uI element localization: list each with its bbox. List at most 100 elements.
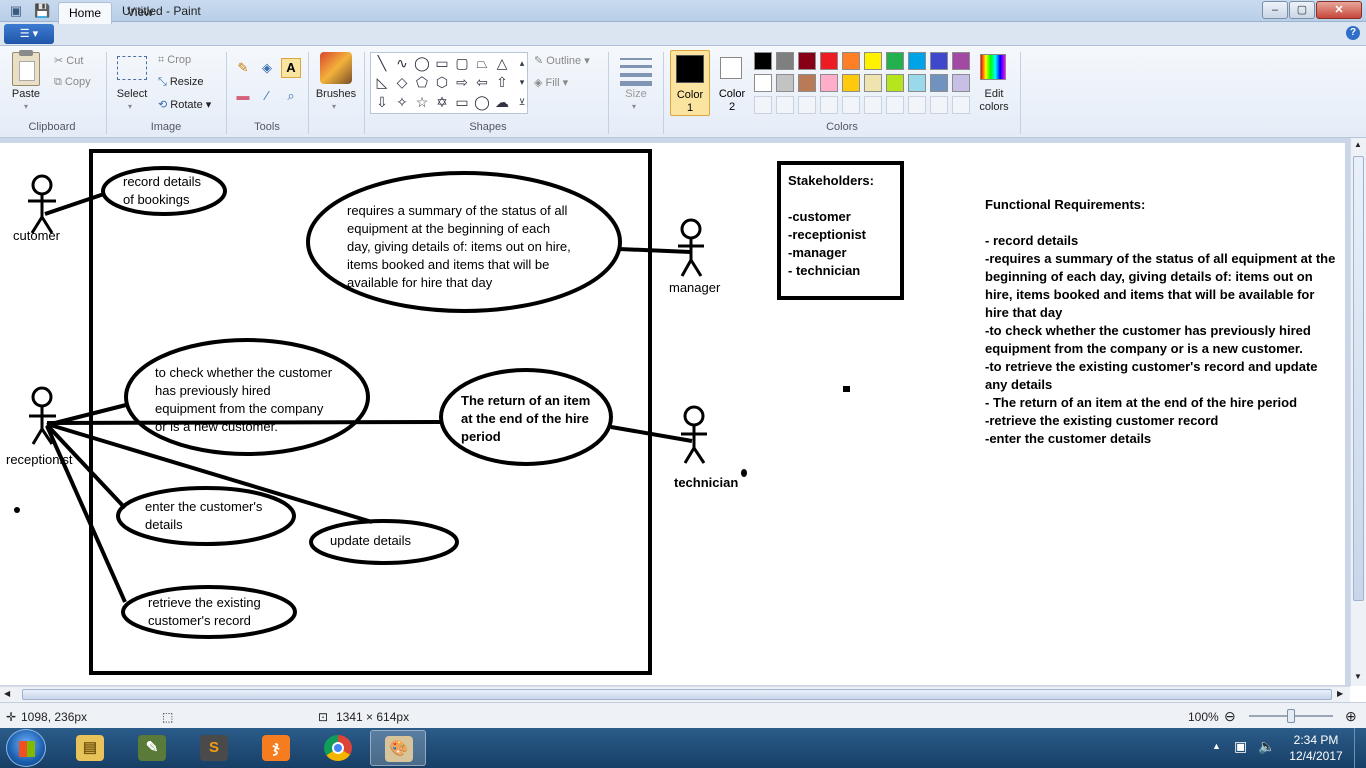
palette-color-swatch[interactable] [776,52,794,70]
palette-color-swatch[interactable] [908,74,926,92]
start-button[interactable] [6,729,46,767]
tab-home[interactable]: Home [58,2,112,24]
custom-color-slot[interactable] [754,96,772,114]
show-hidden-icons[interactable]: ▲ [1212,741,1221,751]
save-icon[interactable]: 💾 [34,3,50,19]
custom-color-slot[interactable] [952,96,970,114]
palette-color-swatch[interactable] [842,52,860,70]
select-dropdown-icon[interactable]: ▾ [128,102,132,111]
zoom-in-icon[interactable]: ⊕ [1345,708,1357,725]
tab-view[interactable]: View [118,2,162,24]
copy-button[interactable]: ⧉ Copy [54,76,91,89]
six-point-star-shape-icon[interactable]: ✡ [433,93,451,111]
rainbow-icon[interactable] [980,54,1006,80]
pencil-icon[interactable]: ✎ [233,58,253,78]
size-button[interactable]: Size [618,88,654,100]
cut-button[interactable]: ✂ Cut [54,54,83,67]
shapes-gallery[interactable]: ╲ ∿ ◯ ▭ ▢ ⏢ △ ◺ ◇ ⬠ ⬡ ⇨ ⇦ ⇧ ⇩ ✧ ☆ ✡ ▭ ◯ … [370,52,528,114]
size-dropdown-icon[interactable]: ▾ [632,102,636,111]
edit-colors-button[interactable]: Edit colors [972,88,1016,114]
right-arrow-shape-icon[interactable]: ⇨ [453,73,471,91]
palette-color-swatch[interactable] [754,52,772,70]
custom-color-slot[interactable] [864,96,882,114]
palette-color-swatch[interactable] [952,74,970,92]
maximize-button[interactable]: ▢ [1289,1,1315,19]
taskbar-xampp[interactable]: ჯ [248,730,304,766]
network-icon[interactable]: ▣ [1234,738,1247,755]
palette-color-swatch[interactable] [930,52,948,70]
scroll-left-arrow-icon[interactable]: ◀ [4,689,10,698]
brushes-dropdown-icon[interactable]: ▾ [332,102,336,111]
magnifier-icon[interactable]: ⌕ [281,86,301,106]
fill-button[interactable]: ◈ Fill ▾ [534,76,568,89]
drawing-canvas[interactable]: cutomer manager receptionist technician … [0,143,1345,685]
palette-color-swatch[interactable] [842,74,860,92]
vertical-scrollbar[interactable]: ▲ ▼ [1350,138,1366,686]
palette-color-swatch[interactable] [930,74,948,92]
palette-color-swatch[interactable] [864,74,882,92]
rotate-button[interactable]: ⟲ Rotate ▾ [158,98,211,111]
scroll-up-arrow-icon[interactable]: ▲ [1354,140,1362,149]
custom-color-slot[interactable] [842,96,860,114]
palette-color-swatch[interactable] [952,52,970,70]
paste-button[interactable]: Paste [8,88,44,100]
custom-color-slot[interactable] [886,96,904,114]
volume-icon[interactable]: 🔈 [1258,738,1275,755]
rectangle-shape-icon[interactable]: ▭ [433,54,451,72]
polygon-shape-icon[interactable]: ⏢ [473,54,491,72]
size-icon[interactable] [620,56,652,86]
left-arrow-shape-icon[interactable]: ⇦ [473,73,491,91]
scroll-down-arrow-icon[interactable]: ▼ [1354,672,1362,681]
up-arrow-shape-icon[interactable]: ⇧ [493,73,511,91]
palette-color-swatch[interactable] [776,74,794,92]
color1-button[interactable]: Color 1 [670,50,710,116]
palette-color-swatch[interactable] [864,52,882,70]
rounded-rectangle-shape-icon[interactable]: ▢ [453,54,471,72]
show-desktop-button[interactable] [1354,728,1366,768]
help-icon[interactable]: ? [1346,26,1360,40]
shapes-scroll-up-icon[interactable]: ▴ [513,54,531,72]
color2-button[interactable]: Color 2 [712,50,752,116]
zoom-out-icon[interactable]: ⊖ [1224,708,1236,725]
outline-button[interactable]: ✎ Outline ▾ [534,54,590,67]
callout-oval-shape-icon[interactable]: ◯ [473,93,491,111]
color-picker-icon[interactable]: ⁄ [257,86,277,106]
fill-bucket-icon[interactable]: ◈ [257,58,277,78]
paint-app-icon[interactable]: ▣ [8,3,24,19]
select-icon[interactable] [117,56,147,80]
four-point-star-shape-icon[interactable]: ✧ [393,93,411,111]
paste-icon[interactable] [12,50,40,86]
taskbar-tools[interactable]: ✎ [124,730,180,766]
triangle-shape-icon[interactable]: △ [493,54,511,72]
palette-color-swatch[interactable] [886,52,904,70]
custom-color-slot[interactable] [820,96,838,114]
pentagon-shape-icon[interactable]: ⬠ [413,73,431,91]
oval-shape-icon[interactable]: ◯ [413,54,431,72]
palette-color-swatch[interactable] [820,74,838,92]
horizontal-scrollbar[interactable]: ◀ ▶ [0,686,1350,702]
taskbar-explorer[interactable]: ▤ [62,730,118,766]
palette-color-swatch[interactable] [886,74,904,92]
resize-button[interactable]: ⤡ Resize [158,76,203,89]
close-button[interactable]: ✕ [1316,1,1362,19]
palette-color-swatch[interactable] [754,74,772,92]
text-tool-icon[interactable]: A [281,58,301,78]
shapes-scroll-down-icon[interactable]: ▾ [513,73,531,91]
crop-button[interactable]: ⌗ Crop [158,54,191,67]
custom-color-slot[interactable] [930,96,948,114]
down-arrow-shape-icon[interactable]: ⇩ [373,93,391,111]
clock[interactable]: 2:34 PM 12/4/2017 [1286,732,1346,764]
paste-dropdown-icon[interactable]: ▾ [24,102,28,111]
palette-color-swatch[interactable] [820,52,838,70]
custom-color-slot[interactable] [776,96,794,114]
taskbar-sublime[interactable]: S [186,730,242,766]
vertical-scroll-thumb[interactable] [1353,156,1364,601]
palette-color-swatch[interactable] [798,74,816,92]
taskbar-chrome[interactable] [310,730,366,766]
custom-color-slot[interactable] [798,96,816,114]
palette-color-swatch[interactable] [798,52,816,70]
hexagon-shape-icon[interactable]: ⬡ [433,73,451,91]
file-menu-button[interactable]: ☰ ▾ [4,24,54,44]
palette-color-swatch[interactable] [908,52,926,70]
zoom-slider-thumb[interactable] [1287,709,1295,723]
